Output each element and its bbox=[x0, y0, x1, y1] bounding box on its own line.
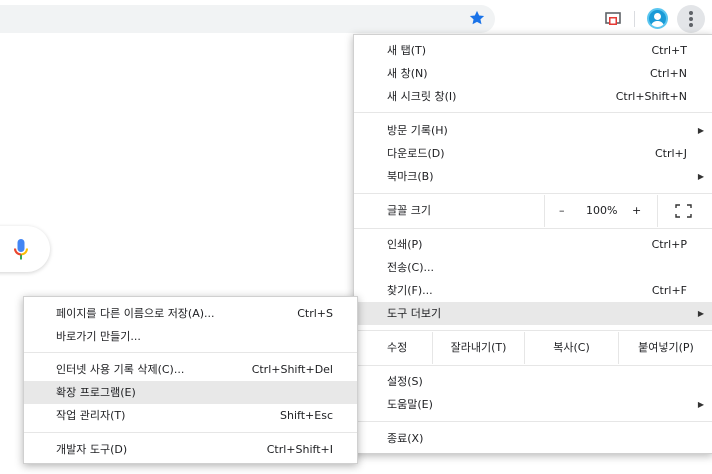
submenu-item-developer-tools[interactable]: 개발자 도구(D) Ctrl+Shift+I bbox=[24, 438, 357, 461]
menu-item-find[interactable]: 찾기(F)... Ctrl+F bbox=[354, 279, 712, 302]
menu-item-exit[interactable]: 종료(X) bbox=[354, 427, 712, 450]
star-icon[interactable] bbox=[468, 9, 486, 27]
submenu-item-task-manager[interactable]: 작업 관리자(T) Shift+Esc bbox=[24, 404, 357, 427]
menu-divider bbox=[24, 432, 357, 433]
chrome-main-menu: 새 탭(T) Ctrl+T 새 창(N) Ctrl+N 새 시크릿 창(I) C… bbox=[353, 34, 712, 454]
cut-button[interactable]: 잘라내기(T) bbox=[432, 332, 524, 364]
menu-item-settings[interactable]: 설정(S) bbox=[354, 370, 712, 393]
menu-divider bbox=[354, 365, 712, 366]
menu-divider bbox=[354, 193, 712, 194]
submenu-item-clear-browsing-data[interactable]: 인터넷 사용 기록 삭제(C)... Ctrl+Shift+Del bbox=[24, 358, 357, 381]
browser-toolbar bbox=[0, 0, 712, 38]
chevron-right-icon: ▶ bbox=[697, 126, 704, 135]
menu-divider bbox=[354, 421, 712, 422]
menu-item-cast[interactable]: 전송(C)... bbox=[354, 256, 712, 279]
zoom-out-button[interactable]: – bbox=[559, 195, 565, 227]
menu-item-new-window[interactable]: 새 창(N) Ctrl+N bbox=[354, 62, 712, 85]
cast-icon[interactable] bbox=[604, 10, 622, 28]
microphone-icon[interactable] bbox=[13, 238, 29, 262]
zoom-row: 글꼴 크기 – 100% + bbox=[354, 195, 712, 227]
copy-button[interactable]: 복사(C) bbox=[524, 332, 618, 364]
chevron-right-icon: ▶ bbox=[697, 172, 704, 181]
zoom-level: 100% bbox=[586, 204, 618, 217]
menu-item-new-tab[interactable]: 새 탭(T) Ctrl+T bbox=[354, 39, 712, 62]
menu-item-more-tools[interactable]: 도구 더보기 ▶ bbox=[354, 302, 712, 325]
submenu-item-create-shortcut[interactable]: 바로가기 만들기... bbox=[24, 325, 357, 348]
chevron-right-icon: ▶ bbox=[697, 309, 704, 318]
more-tools-submenu: 페이지를 다른 이름으로 저장(A)... Ctrl+S 바로가기 만들기...… bbox=[23, 296, 358, 464]
menu-item-help[interactable]: 도움말(E) ▶ bbox=[354, 393, 712, 416]
more-icon[interactable] bbox=[677, 5, 705, 33]
menu-divider bbox=[354, 112, 712, 113]
menu-item-history[interactable]: 방문 기록(H) ▶ bbox=[354, 119, 712, 142]
address-bar[interactable] bbox=[0, 5, 495, 33]
toolbar-divider bbox=[634, 11, 635, 27]
fullscreen-icon[interactable] bbox=[675, 204, 692, 218]
submenu-item-extensions[interactable]: 확장 프로그램(E) bbox=[24, 381, 357, 404]
zoom-in-button[interactable]: + bbox=[632, 195, 641, 227]
menu-item-print[interactable]: 인쇄(P) Ctrl+P bbox=[354, 233, 712, 256]
menu-item-new-incognito[interactable]: 새 시크릿 창(I) Ctrl+Shift+N bbox=[354, 85, 712, 108]
menu-divider bbox=[354, 330, 712, 331]
menu-divider bbox=[24, 352, 357, 353]
menu-item-bookmarks[interactable]: 북마크(B) ▶ bbox=[354, 165, 712, 188]
paste-button[interactable]: 붙여넣기(P) bbox=[618, 332, 712, 364]
menu-item-downloads[interactable]: 다운로드(D) Ctrl+J bbox=[354, 142, 712, 165]
menu-divider bbox=[354, 228, 712, 229]
edit-row: 수정 잘라내기(T) 복사(C) 붙여넣기(P) bbox=[354, 332, 712, 364]
chevron-right-icon: ▶ bbox=[697, 400, 704, 409]
submenu-item-save-page[interactable]: 페이지를 다른 이름으로 저장(A)... Ctrl+S bbox=[24, 302, 357, 325]
avatar[interactable] bbox=[647, 8, 668, 29]
